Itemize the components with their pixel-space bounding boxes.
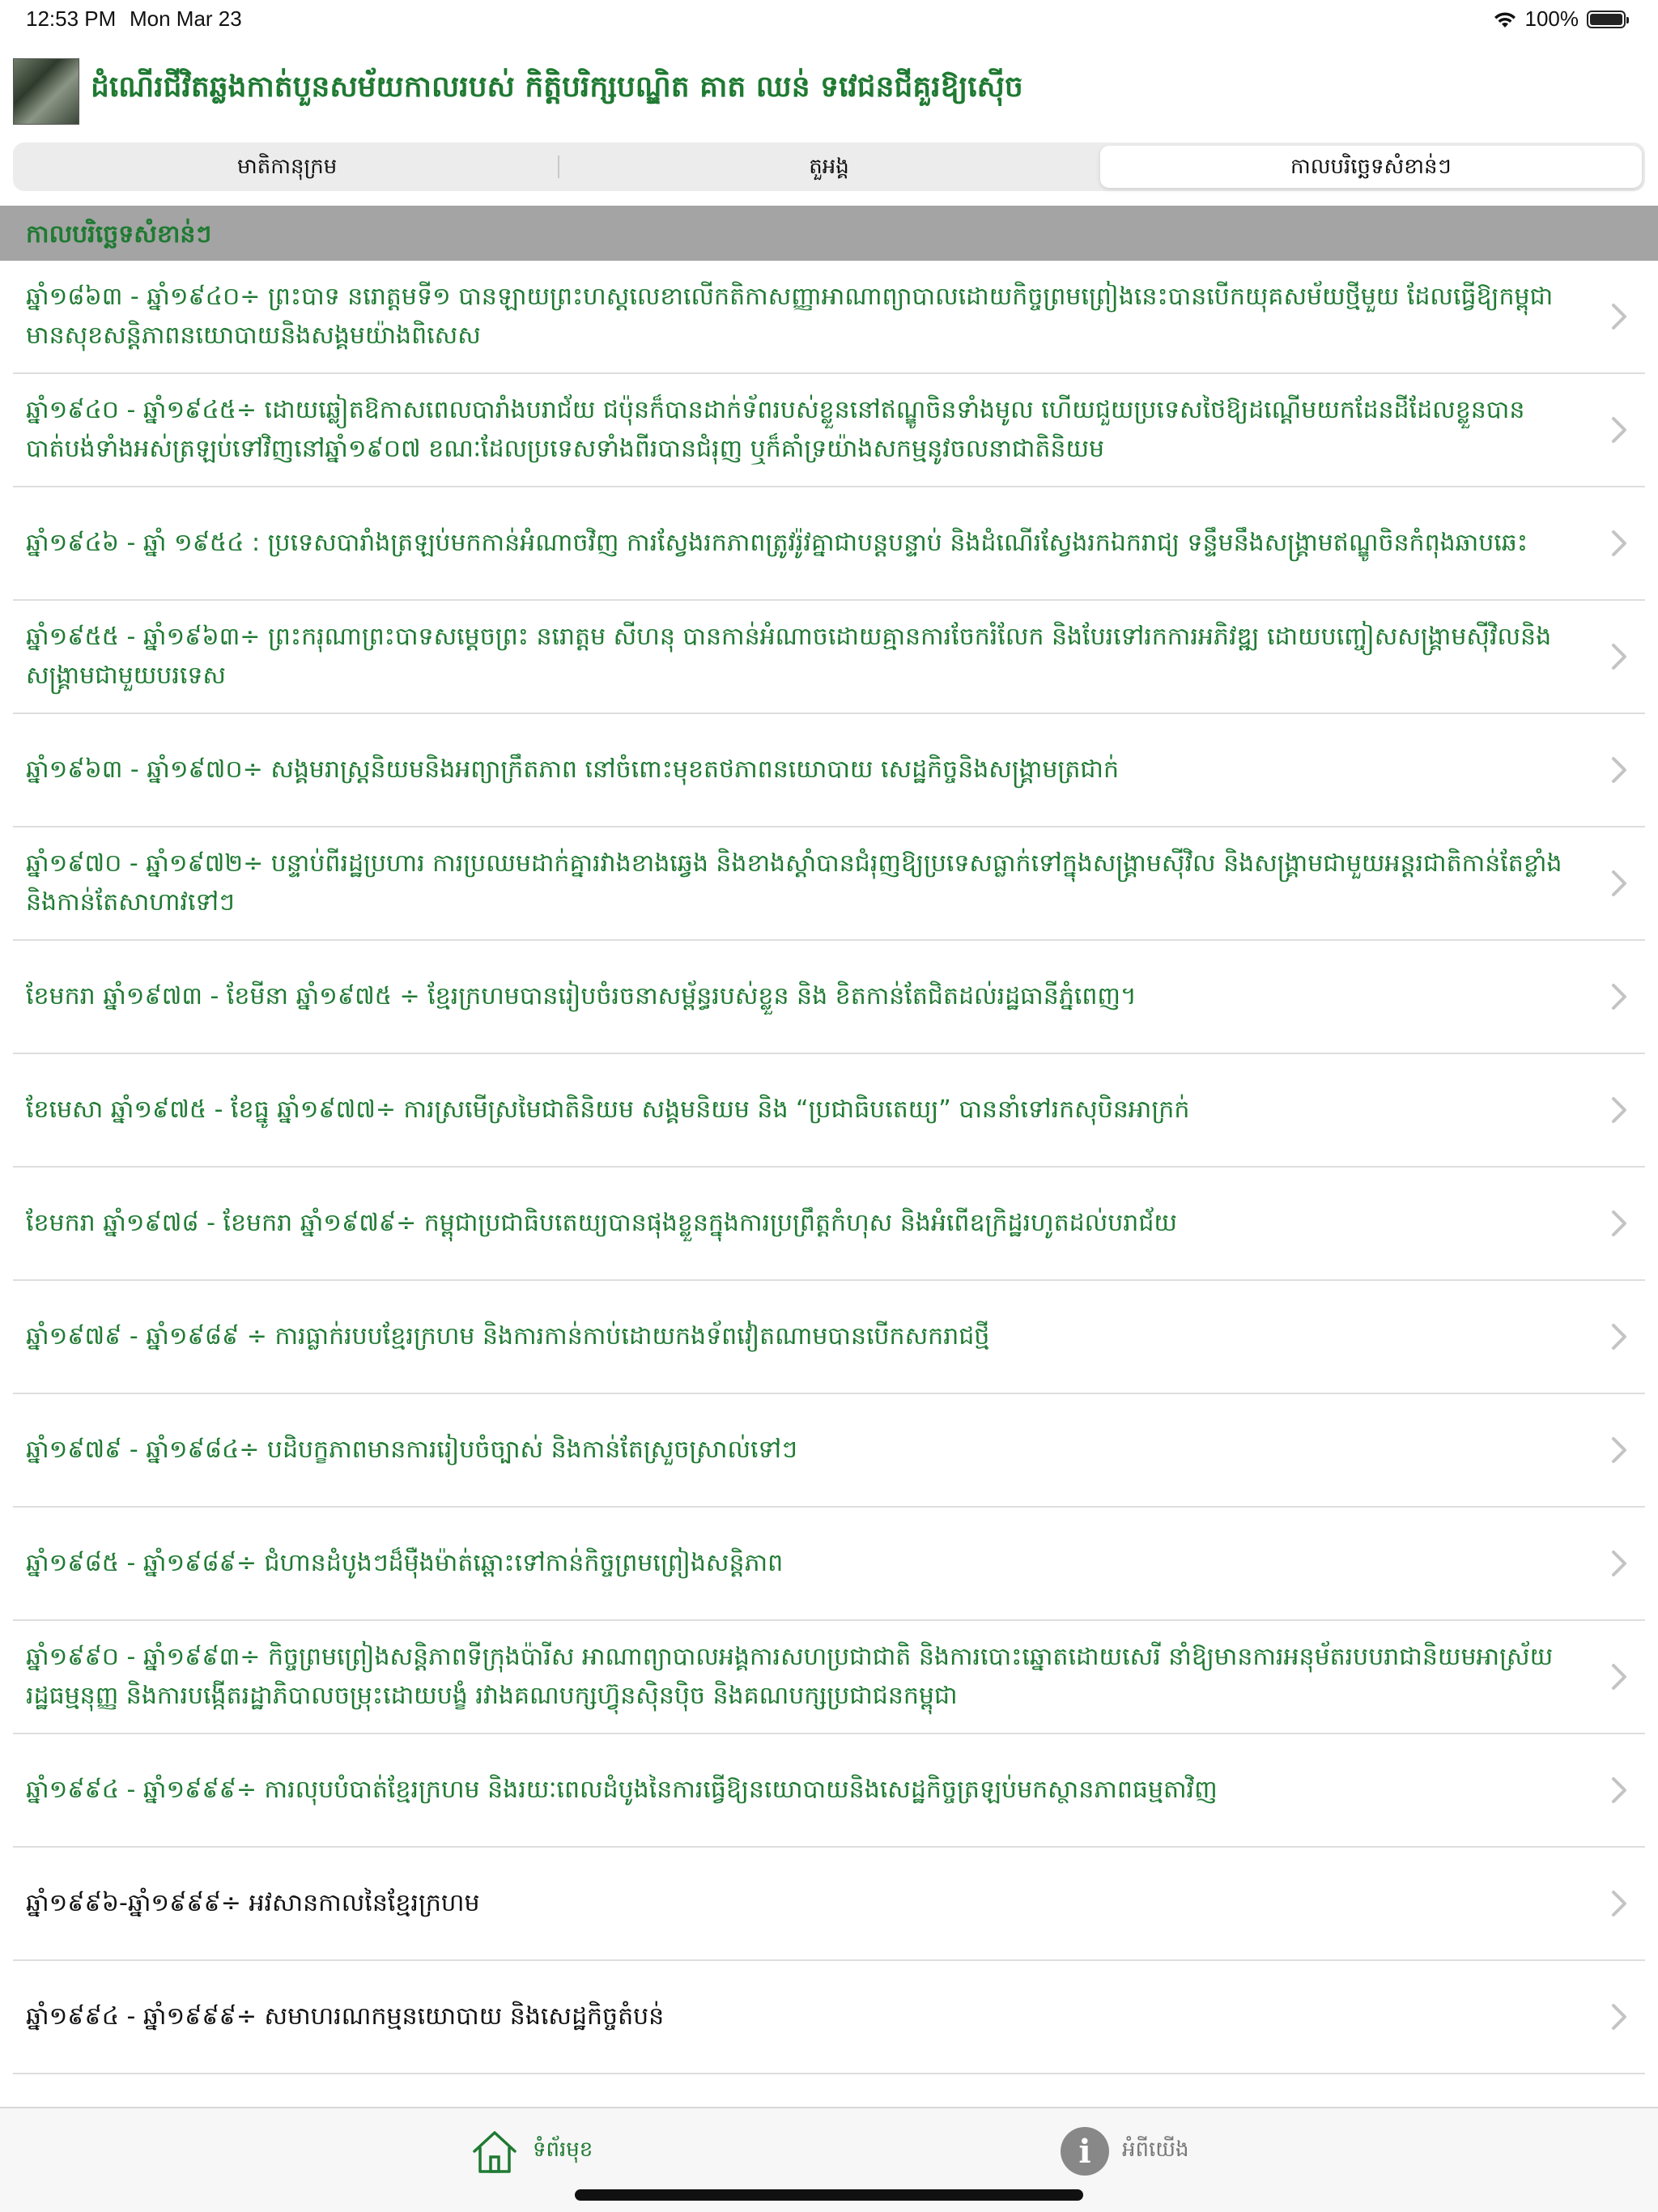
chevron-right-icon: [1612, 304, 1626, 330]
tab-characters[interactable]: តួអង្គ: [558, 146, 1099, 188]
list-item-text: ខែមេសា ឆ្នាំ១៩៧៥ - ខែធ្នូ ឆ្នាំ១៩៧៧÷ ការ…: [26, 1095, 1190, 1124]
list-item-text: ឆ្នាំ១៩៦៣ - ឆ្នាំ១៩៧០÷ សង្គមរាស្ត្រនិយមន…: [26, 755, 1119, 784]
timeline-list: ឆ្នាំ១៨៦៣ - ឆ្នាំ១៩៤០÷ ព្រះបាទ នរោត្តមទី…: [0, 261, 1658, 2074]
home-indicator: [575, 2189, 1083, 2201]
tab-bar-about[interactable]: i អំពីយើង: [1061, 2123, 1189, 2180]
chevron-right-icon: [1612, 1210, 1626, 1236]
status-bar: 12:53 PM Mon Mar 23 100%: [0, 0, 1658, 39]
chevron-right-icon: [1612, 530, 1626, 556]
chevron-right-icon: [1612, 1437, 1626, 1463]
list-item[interactable]: ឆ្នាំ១៩៩០ - ឆ្នាំ១៩៩៣÷ កិច្ចព្រមព្រៀងសន្…: [13, 1621, 1645, 1734]
list-item-text: ឆ្នាំ១៩៧៩ - ឆ្នាំ១៩៨៩ ÷ ការធ្លាក់របបខ្មែ…: [26, 1322, 990, 1351]
list-item[interactable]: ឆ្នាំ១៩៦៣ - ឆ្នាំ១៩៧០÷ សង្គមរាស្ត្រនិយមន…: [13, 714, 1645, 827]
section-title: កាលបរិច្ឆេទសំខាន់ៗ: [26, 220, 212, 249]
chevron-right-icon: [1612, 1777, 1626, 1803]
chevron-right-icon: [1612, 757, 1626, 783]
page-title: ដំណើរជីវិតឆ្លងកាត់បួនសម័យកាលរបស់ កិត្តិប…: [91, 70, 1023, 104]
list-item[interactable]: ឆ្នាំ១៩៧៩ - ឆ្នាំ១៩៨៩ ÷ ការធ្លាក់របបខ្មែ…: [13, 1281, 1645, 1394]
list-item[interactable]: ឆ្នាំ១៩៤០ - ឆ្នាំ១៩៤៥÷ ដោយឆ្លៀតឱកាសពេលបា…: [13, 374, 1645, 487]
chevron-right-icon: [1612, 644, 1626, 670]
chevron-right-icon: [1612, 1551, 1626, 1576]
segmented-control: មាតិកានុក្រម តួអង្គ កាលបរិច្ឆេទសំខាន់ៗ: [13, 143, 1645, 191]
list-item-text: ឆ្នាំ១៨៦៣ - ឆ្នាំ១៩៤០÷ ព្រះបាទ នរោត្តមទី…: [26, 283, 1554, 350]
list-item-text: ឆ្នាំ១៩៩០ - ឆ្នាំ១៩៩៣÷ កិច្ចព្រមព្រៀងសន្…: [26, 1643, 1554, 1710]
battery-percent: 100%: [1524, 6, 1579, 31]
chevron-right-icon: [1612, 1664, 1626, 1690]
list-item[interactable]: ឆ្នាំ១៩៩៦-ឆ្នាំ១៩៩៩÷ អវសានកាលនៃខ្មែរក្រហ…: [13, 1848, 1645, 1961]
wifi-icon: [1494, 11, 1516, 28]
list-item-text: ឆ្នាំ១៩៧០ - ឆ្នាំ១៩៧២÷ បន្ទាប់ពីរដ្ឋប្រហ…: [26, 849, 1562, 917]
list-item[interactable]: ឆ្នាំ១៩៧០ - ឆ្នាំ១៩៧២÷ បន្ទាប់ពីរដ្ឋប្រហ…: [13, 827, 1645, 941]
tab-table-of-contents[interactable]: មាតិកានុក្រម: [16, 146, 558, 188]
status-time: 12:53 PM: [26, 6, 117, 31]
list-item-text: ឆ្នាំ១៩៥៥ - ឆ្នាំ១៩៦៣÷ ព្រះករុណាព្រះបាទស…: [26, 623, 1552, 690]
list-item-text: ខែមករា ឆ្នាំ១៩៧៨ - ខែមករា ឆ្នាំ១៩៧៩÷ កម្…: [26, 1209, 1177, 1237]
list-item-text: ឆ្នាំ១៩៨៥ - ឆ្នាំ១៩៨៩÷ ជំហានដំបូងៗដ៏មុឺង…: [26, 1549, 784, 1577]
chevron-right-icon: [1612, 1324, 1626, 1350]
section-header: កាលបរិច្ឆេទសំខាន់ៗ: [0, 206, 1658, 261]
list-item-text: ខែមករា ឆ្នាំ១៩៧៣ - ខែមីនា ឆ្នាំ១៩៧៥ ÷ ខ្…: [26, 982, 1137, 1010]
chevron-right-icon: [1612, 870, 1626, 896]
list-item-text: ឆ្នាំ១៩៤០ - ឆ្នាំ១៩៤៥÷ ដោយឆ្លៀតឱកាសពេលបា…: [26, 396, 1525, 463]
list-item-text: ឆ្នាំ១៩៩៦-ឆ្នាំ១៩៩៩÷ អវសានកាលនៃខ្មែរក្រហ…: [26, 1889, 480, 1917]
battery-icon: [1587, 10, 1629, 28]
chevron-right-icon: [1612, 2004, 1626, 2030]
status-date: Mon Mar 23: [130, 6, 242, 31]
chevron-right-icon: [1612, 417, 1626, 443]
battery-fill: [1590, 13, 1622, 25]
list-item[interactable]: ខែមករា ឆ្នាំ១៩៧៣ - ខែមីនា ឆ្នាំ១៩៧៥ ÷ ខ្…: [13, 941, 1645, 1054]
info-icon: i: [1061, 2127, 1109, 2176]
list-item[interactable]: ឆ្នាំ១៩៩៤ - ឆ្នាំ១៩៩៩÷ ការលុបបំបាត់ខ្មែរ…: [13, 1734, 1645, 1848]
app-screen: 12:53 PM Mon Mar 23 100% ដំណើរជីវិតឆ្លងក…: [0, 0, 1658, 2212]
chevron-right-icon: [1612, 1891, 1626, 1916]
list-item[interactable]: ឆ្នាំ១៩៤៦ - ឆ្នាំ ១៩៥៤ : ប្រទេសបារាំងត្រ…: [13, 487, 1645, 601]
list-item[interactable]: ឆ្នាំ១៨៦៣ - ឆ្នាំ១៩៤០÷ ព្រះបាទ នរោត្តមទី…: [13, 261, 1645, 374]
list-item[interactable]: ខែមករា ឆ្នាំ១៩៧៨ - ខែមករា ឆ្នាំ១៩៧៩÷ កម្…: [13, 1168, 1645, 1281]
book-cover-thumbnail: [13, 58, 79, 125]
chevron-right-icon: [1612, 1097, 1626, 1123]
tab-bar-about-label: អំពីយើង: [1122, 2138, 1189, 2162]
tab-bar-home-label: ទំព័រមុខ: [533, 2138, 593, 2162]
list-item[interactable]: ឆ្នាំ១៩៨៥ - ឆ្នាំ១៩៨៩÷ ជំហានដំបូងៗដ៏មុឺង…: [13, 1508, 1645, 1621]
home-icon: [473, 2131, 517, 2173]
list-item[interactable]: ឆ្នាំ១៩៥៥ - ឆ្នាំ១៩៦៣÷ ព្រះករុណាព្រះបាទស…: [13, 601, 1645, 714]
list-item[interactable]: ឆ្នាំ១៩៧៩ - ឆ្នាំ១៩៨៤÷ បដិបក្ខភាពមានការរ…: [13, 1394, 1645, 1508]
status-right: 100%: [1493, 6, 1629, 32]
tab-bar-home[interactable]: ទំព័រមុខ: [470, 2123, 593, 2180]
chevron-right-icon: [1612, 984, 1626, 1010]
tab-important-dates[interactable]: កាលបរិច្ឆេទសំខាន់ៗ: [1099, 146, 1642, 188]
list-item-text: ឆ្នាំ១៩៧៩ - ឆ្នាំ១៩៨៤÷ បដិបក្ខភាពមានការរ…: [26, 1436, 797, 1464]
list-item[interactable]: ខែមេសា ឆ្នាំ១៩៧៥ - ខែធ្នូ ឆ្នាំ១៩៧៧÷ ការ…: [13, 1054, 1645, 1168]
list-item[interactable]: ឆ្នាំ១៩៩៤ - ឆ្នាំ១៩៩៩÷ សមាហរណកម្មនយោបាយ …: [13, 1961, 1645, 2074]
app-header: ដំណើរជីវិតឆ្លងកាត់បួនសម័យកាលរបស់ កិត្តិប…: [0, 49, 1658, 138]
list-item-text: ឆ្នាំ១៩៩៤ - ឆ្នាំ១៩៩៩÷ សមាហរណកម្មនយោបាយ …: [26, 2002, 665, 2031]
list-item-text: ឆ្នាំ១៩៩៤ - ឆ្នាំ១៩៩៩÷ ការលុបបំបាត់ខ្មែរ…: [26, 1776, 1218, 1804]
list-item-text: ឆ្នាំ១៩៤៦ - ឆ្នាំ ១៩៥៤ : ប្រទេសបារាំងត្រ…: [26, 529, 1528, 557]
